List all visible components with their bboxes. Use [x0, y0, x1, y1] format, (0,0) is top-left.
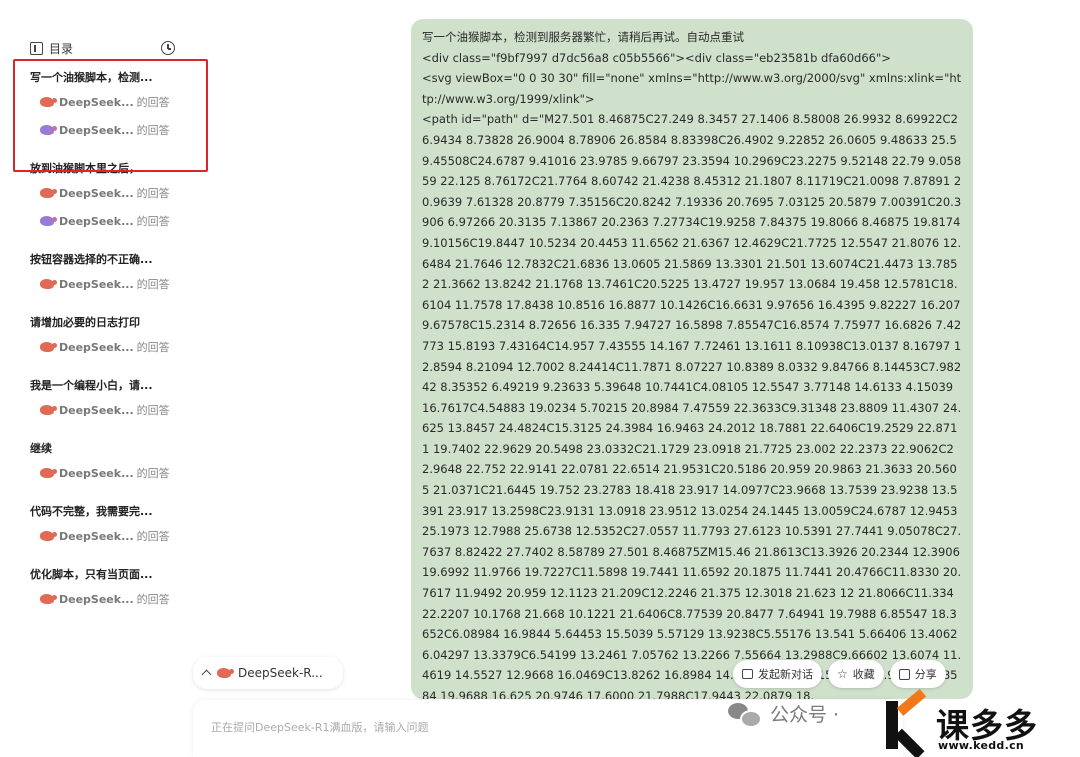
new-chat-button[interactable]: 发起新对话: [733, 660, 822, 688]
answer-item[interactable]: DeepSeek... 的回答: [30, 522, 205, 550]
share-button[interactable]: 分享: [889, 660, 946, 688]
favorite-label: 收藏: [852, 668, 875, 681]
answer-item[interactable]: DeepSeek... 的回答: [30, 116, 205, 144]
question-item[interactable]: 优化脚本，只有当页面...: [30, 565, 205, 585]
answer-model-name: DeepSeek...: [59, 277, 134, 291]
answer-suffix: 的回答: [136, 215, 170, 228]
question-item[interactable]: 写一个油猴脚本，检测...: [30, 68, 205, 88]
deepseek-whale-icon: [40, 125, 57, 135]
conversation-group: 写一个油猴脚本，检测... DeepSeek... 的回答 DeepSeek... 的回…: [30, 68, 205, 144]
model-label: DeepSeek-R...: [238, 666, 323, 680]
question-item[interactable]: 代码不完整，我需要完...: [30, 502, 205, 522]
deepseek-whale-icon: [40, 216, 57, 226]
answer-suffix: 的回答: [136, 530, 170, 543]
sidebar-header: 目录: [30, 38, 175, 58]
answer-model-name: DeepSeek...: [59, 466, 134, 480]
answer-item[interactable]: DeepSeek... 的回答: [30, 459, 205, 487]
deepseek-whale-icon: [40, 342, 57, 352]
answer-item[interactable]: DeepSeek... 的回答: [30, 333, 205, 361]
deepseek-whale-icon: [40, 188, 57, 198]
user-message-bubble: 写一个油猴脚本，检测到服务器繁忙，请稍后再试。自动点重试 <div class=…: [411, 19, 973, 699]
question-item[interactable]: 按钮容器选择的不正确...: [30, 250, 205, 270]
user-message-text: 写一个油猴脚本，检测到服务器繁忙，请稍后再试。自动点重试 <div class=…: [422, 30, 962, 699]
question-item[interactable]: 我是一个编程小白，请...: [30, 376, 205, 396]
answer-suffix: 的回答: [136, 96, 170, 109]
wechat-label: 公众号 ·: [770, 704, 840, 726]
question-item[interactable]: 放到油猴脚本里之后，...: [30, 159, 205, 179]
chat-bubble-icon: [742, 669, 753, 679]
answer-model-name: DeepSeek...: [59, 214, 134, 228]
answer-suffix: 的回答: [136, 593, 170, 606]
answer-suffix: 的回答: [136, 404, 170, 417]
new-chat-label: 发起新对话: [758, 668, 813, 681]
deepseek-whale-icon: [40, 468, 57, 478]
sidebar: 目录 写一个油猴脚本，检测... DeepSeek... 的回答 DeepSeek..…: [0, 0, 210, 757]
question-item[interactable]: 请增加必要的日志打印: [30, 313, 205, 333]
answer-item[interactable]: DeepSeek... 的回答: [30, 585, 205, 613]
conversation-group: 请增加必要的日志打印 DeepSeek... 的回答: [30, 313, 205, 361]
answer-model-name: DeepSeek...: [59, 403, 134, 417]
answer-item[interactable]: DeepSeek... 的回答: [30, 179, 205, 207]
answer-item[interactable]: DeepSeek... 的回答: [30, 207, 205, 235]
deepseek-whale-icon: [217, 668, 234, 678]
answer-model-name: DeepSeek...: [59, 123, 134, 137]
answer-model-name: DeepSeek...: [59, 340, 134, 354]
history-icon[interactable]: [161, 41, 175, 55]
sidebar-collapse-icon[interactable]: [30, 41, 43, 55]
wechat-watermark: 公众号 ·: [728, 700, 840, 728]
conversation-group: 代码不完整，我需要完... DeepSeek... 的回答: [30, 502, 205, 550]
chevron-up-icon: [201, 669, 212, 680]
answer-model-name: DeepSeek...: [59, 95, 134, 109]
star-icon: ☆: [837, 667, 848, 681]
model-selector[interactable]: DeepSeek-R...: [193, 657, 343, 689]
conversation-group: 放到油猴脚本里之后，... DeepSeek... 的回答 DeepSeek... 的回…: [30, 159, 205, 235]
answer-item[interactable]: DeepSeek... 的回答: [30, 270, 205, 298]
answer-suffix: 的回答: [136, 467, 170, 480]
answer-item[interactable]: DeepSeek... 的回答: [30, 88, 205, 116]
answer-suffix: 的回答: [136, 341, 170, 354]
conversation-group: 按钮容器选择的不正确... DeepSeek... 的回答: [30, 250, 205, 298]
favorite-button[interactable]: ☆ 收藏: [828, 660, 884, 688]
kedd-logo: 课多多 www.kedd.cn: [880, 688, 1075, 757]
k-logo-icon: [880, 688, 932, 757]
conversation-group: 我是一个编程小白，请... DeepSeek... 的回答: [30, 376, 205, 424]
question-item[interactable]: 继续: [30, 439, 205, 459]
conversation-group: 继续 DeepSeek... 的回答: [30, 439, 205, 487]
share-icon: [898, 668, 910, 680]
deepseek-whale-icon: [40, 405, 57, 415]
deepseek-whale-icon: [40, 279, 57, 289]
deepseek-whale-icon: [40, 594, 57, 604]
deepseek-whale-icon: [40, 97, 57, 107]
toc-toggle[interactable]: 目录: [30, 40, 73, 57]
answer-model-name: DeepSeek...: [59, 592, 134, 606]
conversation-list: 写一个油猴脚本，检测... DeepSeek... 的回答 DeepSeek... 的回…: [30, 68, 205, 628]
message-actions: 发起新对话 ☆ 收藏 分享: [733, 660, 946, 688]
answer-suffix: 的回答: [136, 187, 170, 200]
brand-url: www.kedd.cn: [938, 739, 1025, 752]
answer-suffix: 的回答: [136, 124, 170, 137]
answer-suffix: 的回答: [136, 278, 170, 291]
share-label: 分享: [914, 668, 937, 681]
deepseek-whale-icon: [40, 531, 57, 541]
conversation-group: 优化脚本，只有当页面... DeepSeek... 的回答: [30, 565, 205, 613]
answer-model-name: DeepSeek...: [59, 186, 134, 200]
answer-model-name: DeepSeek...: [59, 529, 134, 543]
wechat-icon: [728, 701, 762, 728]
answer-item[interactable]: DeepSeek... 的回答: [30, 396, 205, 424]
sidebar-title: 目录: [49, 41, 74, 56]
